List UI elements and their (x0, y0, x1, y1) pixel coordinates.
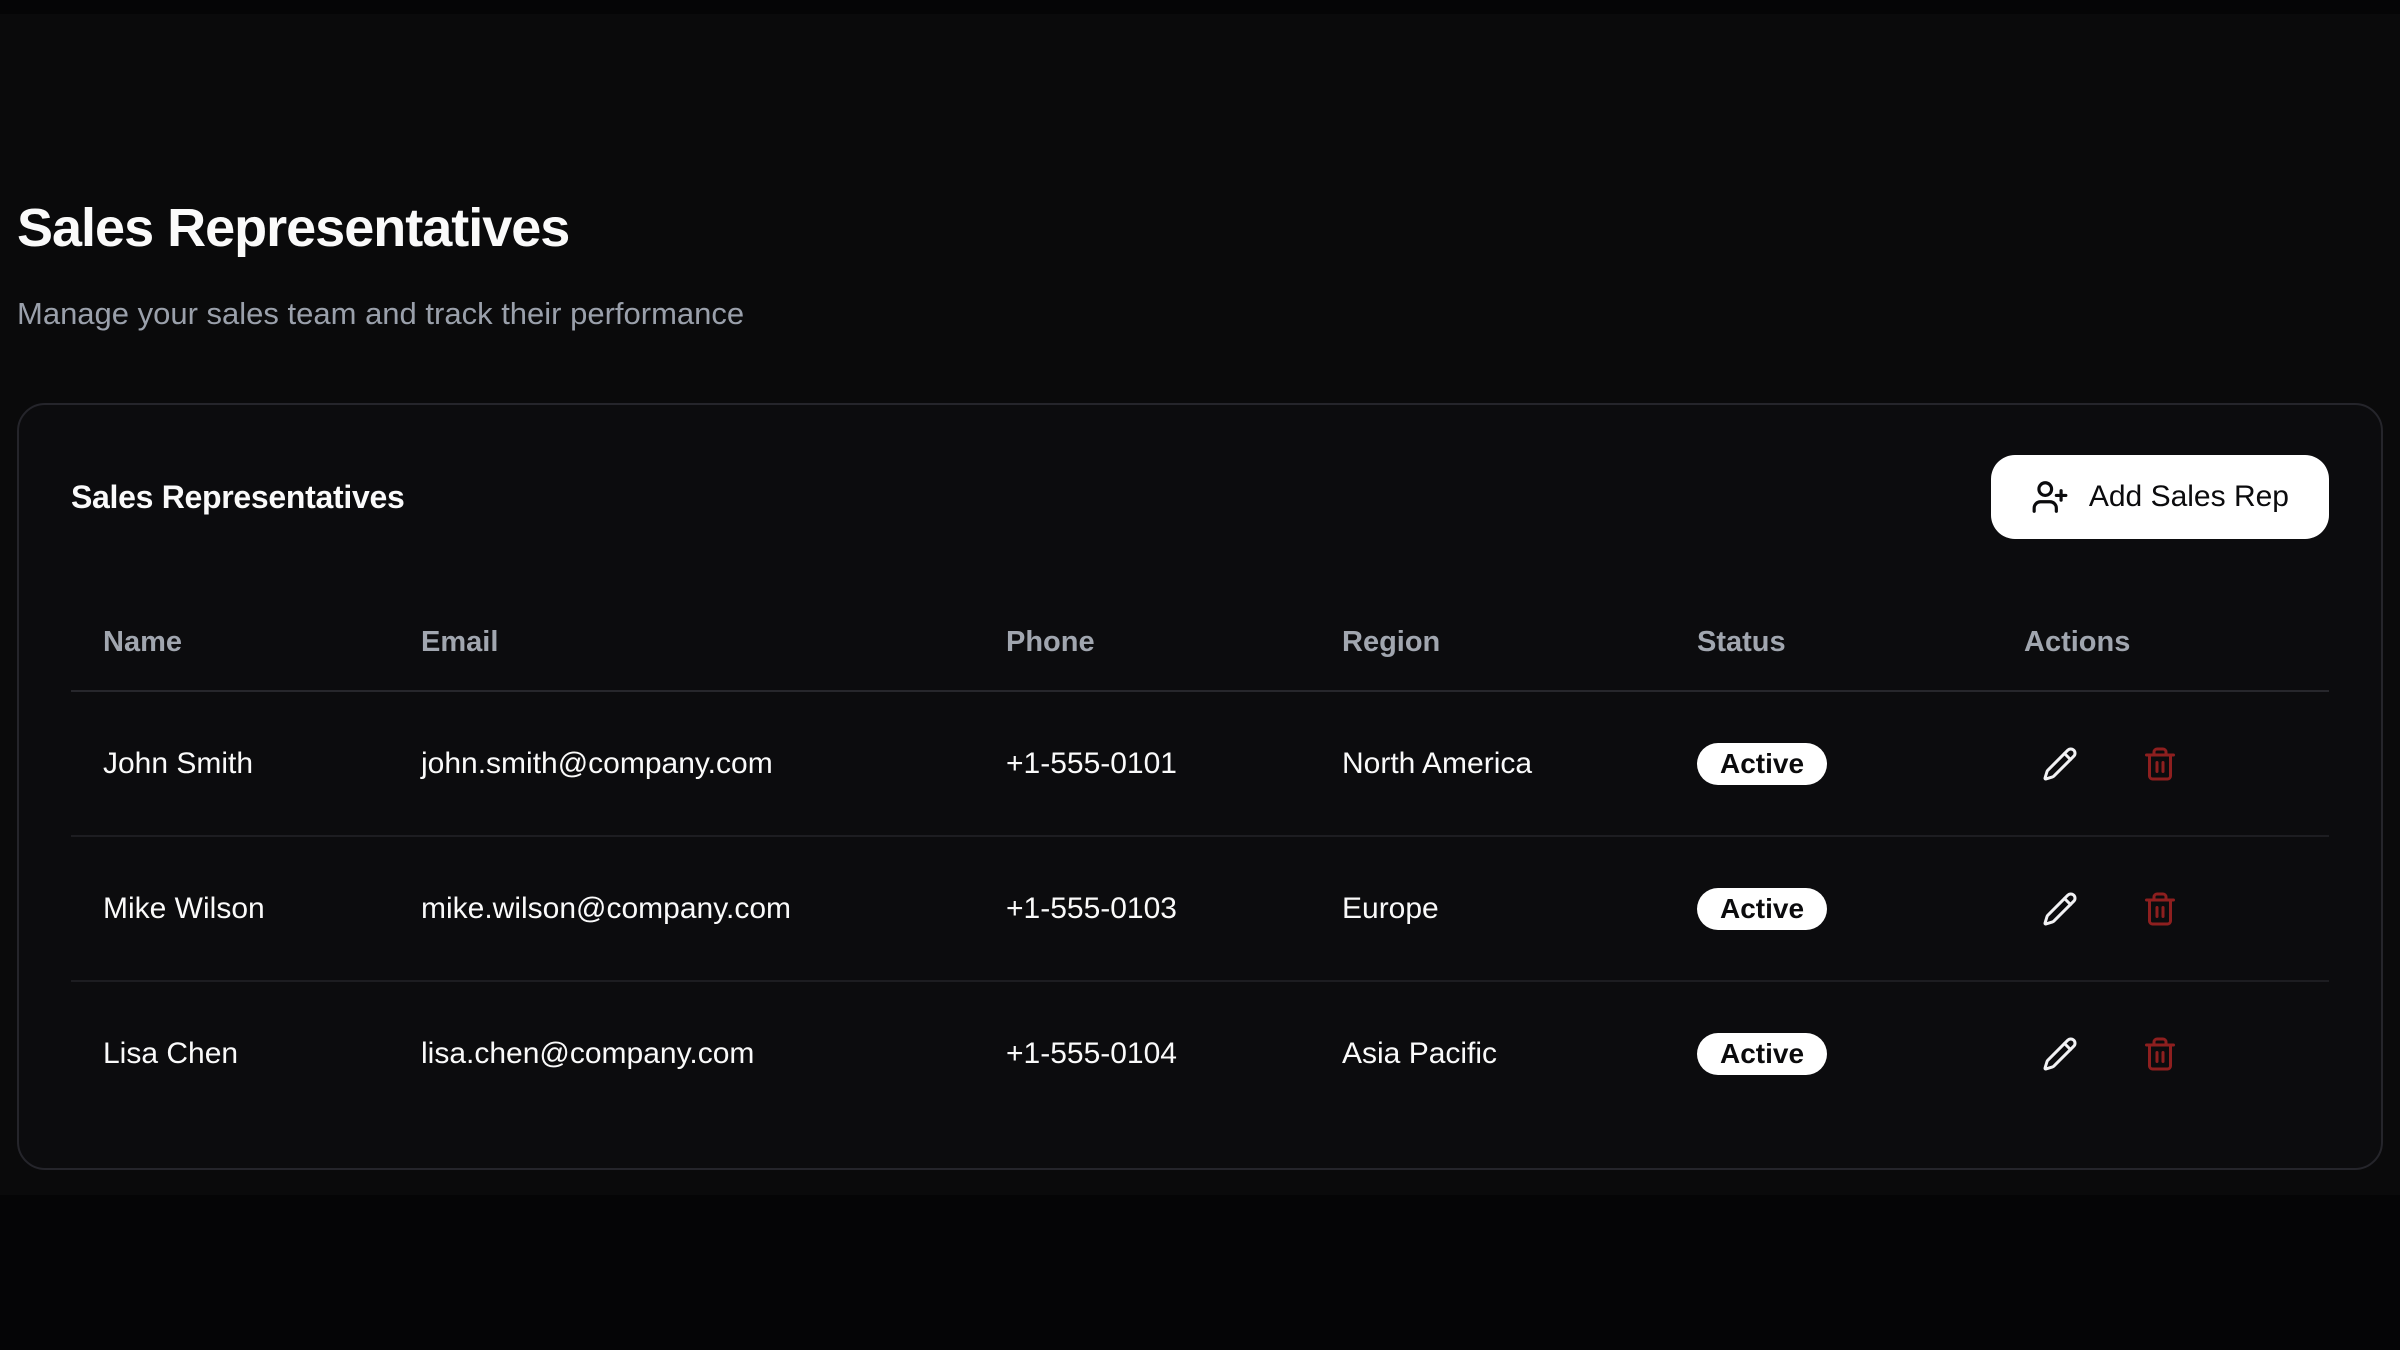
card-header: Sales Representatives Add Sales Rep (19, 405, 2381, 539)
column-header-region: Region (1310, 594, 1665, 691)
rep-status-cell: Active (1665, 836, 1992, 981)
page-title: Sales Representatives (17, 196, 569, 261)
rep-region: Europe (1310, 836, 1665, 981)
rep-actions-cell (1992, 691, 2329, 836)
status-badge: Active (1697, 1033, 1827, 1075)
column-header-status: Status (1665, 594, 1992, 691)
edit-rep-button[interactable] (2024, 1018, 2096, 1090)
column-header-phone: Phone (974, 594, 1310, 691)
pencil-icon (2042, 891, 2078, 927)
card-title: Sales Representatives (71, 479, 404, 516)
sales-reps-table-container: Name Email Phone Region Status Actions J… (19, 539, 2381, 1125)
rep-actions-cell (1992, 836, 2329, 981)
column-header-email: Email (389, 594, 974, 691)
table-header-row: Name Email Phone Region Status Actions (71, 594, 2329, 691)
edit-rep-button[interactable] (2024, 873, 2096, 945)
sales-reps-table: Name Email Phone Region Status Actions J… (71, 594, 2329, 1125)
status-badge: Active (1697, 743, 1827, 785)
pencil-icon (2042, 746, 2078, 782)
app-window: Sales Representatives Manage your sales … (0, 0, 2400, 1350)
rep-name: Lisa Chen (71, 981, 389, 1125)
status-badge: Active (1697, 888, 1827, 930)
table-body: John Smith john.smith@company.com +1-555… (71, 691, 2329, 1125)
trash-icon (2142, 746, 2178, 782)
trash-icon (2142, 891, 2178, 927)
delete-rep-button[interactable] (2124, 873, 2196, 945)
rep-actions-cell (1992, 981, 2329, 1125)
add-sales-rep-button[interactable]: Add Sales Rep (1991, 455, 2329, 539)
rep-region: Asia Pacific (1310, 981, 1665, 1125)
rep-email: lisa.chen@company.com (389, 981, 974, 1125)
delete-rep-button[interactable] (2124, 1018, 2196, 1090)
rep-email: john.smith@company.com (389, 691, 974, 836)
rep-status-cell: Active (1665, 981, 1992, 1125)
rep-name: Mike Wilson (71, 836, 389, 981)
sales-reps-card: Sales Representatives Add Sales Rep (17, 403, 2383, 1170)
edit-rep-button[interactable] (2024, 728, 2096, 800)
add-sales-rep-label: Add Sales Rep (2089, 480, 2289, 514)
rep-region: North America (1310, 691, 1665, 836)
rep-phone: +1-555-0103 (974, 836, 1310, 981)
rep-name: John Smith (71, 691, 389, 836)
trash-icon (2142, 1036, 2178, 1072)
table-row: Mike Wilson mike.wilson@company.com +1-5… (71, 836, 2329, 981)
pencil-icon (2042, 1036, 2078, 1072)
rep-status-cell: Active (1665, 691, 1992, 836)
column-header-actions: Actions (1992, 594, 2329, 691)
column-header-name: Name (71, 594, 389, 691)
rep-email: mike.wilson@company.com (389, 836, 974, 981)
page-subtitle: Manage your sales team and track their p… (17, 294, 744, 334)
user-plus-icon (2031, 478, 2069, 516)
table-row: John Smith john.smith@company.com +1-555… (71, 691, 2329, 836)
table-row: Lisa Chen lisa.chen@company.com +1-555-0… (71, 981, 2329, 1125)
delete-rep-button[interactable] (2124, 728, 2196, 800)
rep-phone: +1-555-0104 (974, 981, 1310, 1125)
rep-phone: +1-555-0101 (974, 691, 1310, 836)
